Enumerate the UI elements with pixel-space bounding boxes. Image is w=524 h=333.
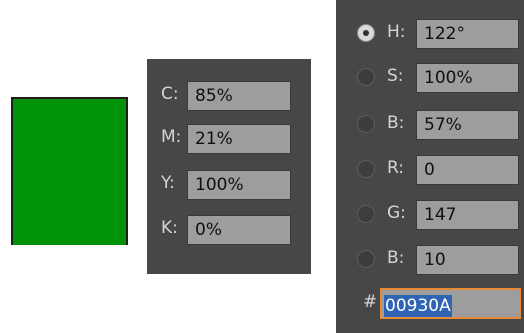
saturation-row: S: 100% — [336, 63, 524, 97]
brightness-row: B: 57% — [336, 110, 524, 144]
magenta-label: M: — [161, 127, 182, 147]
cyan-label: C: — [161, 84, 179, 104]
brightness-radio[interactable] — [357, 115, 375, 133]
brightness-input[interactable]: 57% — [416, 110, 519, 140]
saturation-label: S: — [387, 66, 404, 86]
hex-label: # — [363, 292, 378, 312]
hsb-rgb-panel: H: 122° S: 100% B: 57% R: 0 G: 147 B: 10… — [336, 0, 524, 333]
green-input[interactable]: 147 — [416, 200, 519, 230]
hex-selected-text: 00930A — [384, 295, 452, 317]
green-row: G: 147 — [336, 200, 524, 234]
red-label: R: — [387, 158, 405, 178]
hue-radio[interactable] — [357, 24, 375, 42]
cmyk-panel: C: 85% M: 21% Y: 100% K: 0% — [147, 59, 311, 274]
hue-input[interactable]: 122° — [416, 19, 519, 49]
hue-label: H: — [387, 22, 406, 42]
saturation-input[interactable]: 100% — [416, 63, 519, 93]
cyan-input[interactable]: 85% — [187, 81, 291, 111]
yellow-input[interactable]: 100% — [187, 170, 291, 200]
hex-input[interactable]: 00930A — [380, 288, 521, 319]
hex-row: # 00930A — [336, 288, 524, 322]
magenta-input[interactable]: 21% — [187, 124, 291, 154]
saturation-radio[interactable] — [357, 68, 375, 86]
hue-row: H: 122° — [336, 19, 524, 53]
black-row: K: 0% — [147, 215, 311, 249]
green-radio[interactable] — [357, 205, 375, 223]
cyan-row: C: 85% — [147, 81, 311, 115]
color-preview-swatch — [11, 97, 128, 245]
red-input[interactable]: 0 — [416, 155, 519, 185]
brightness-label: B: — [387, 113, 405, 133]
red-row: R: 0 — [336, 155, 524, 189]
blue-input[interactable]: 10 — [416, 245, 519, 275]
yellow-row: Y: 100% — [147, 170, 311, 204]
red-radio[interactable] — [357, 160, 375, 178]
yellow-label: Y: — [161, 173, 175, 193]
black-label: K: — [161, 218, 178, 238]
blue-label: B: — [387, 248, 405, 268]
blue-radio[interactable] — [357, 250, 375, 268]
blue-row: B: 10 — [336, 245, 524, 279]
magenta-row: M: 21% — [147, 124, 311, 158]
black-input[interactable]: 0% — [187, 215, 291, 245]
green-label: G: — [387, 203, 406, 223]
